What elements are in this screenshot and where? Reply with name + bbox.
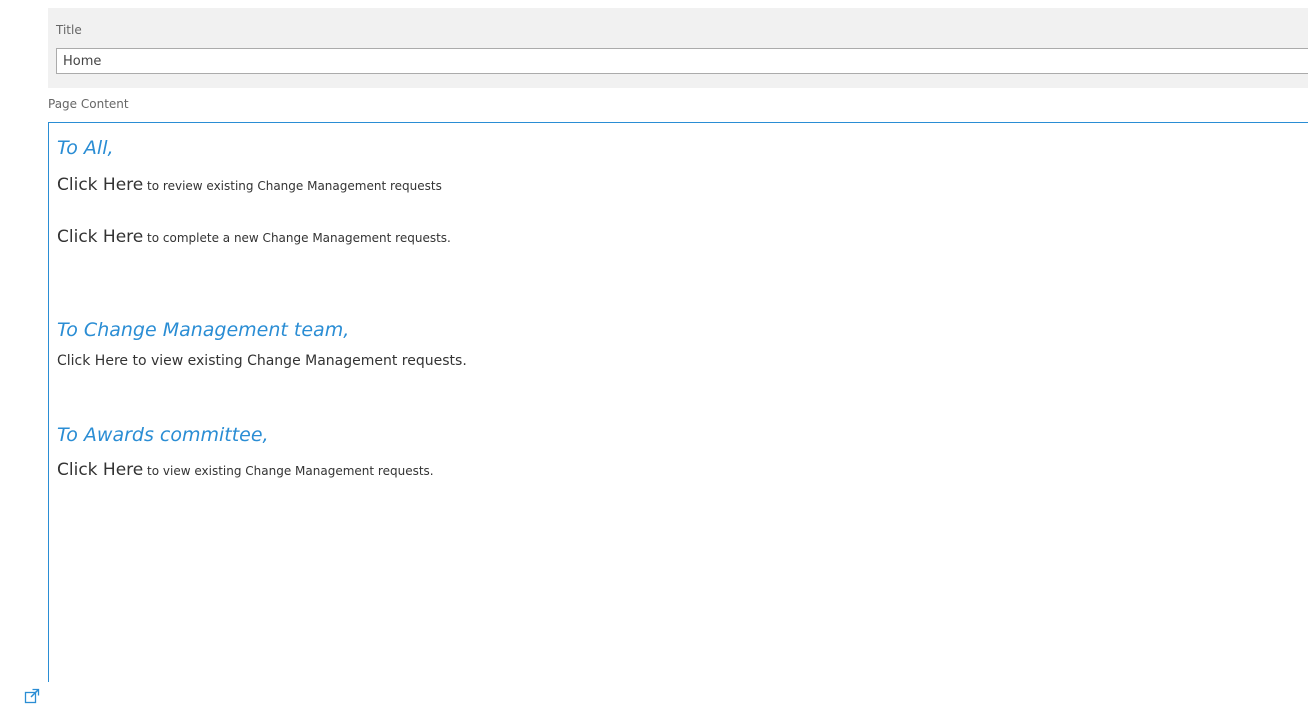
awards-view-line: Click Here to view existing Change Manag… (57, 460, 434, 480)
page-content-label: Page Content (48, 97, 129, 111)
page-editor: Title Page Content To All, Click Here to… (0, 0, 1308, 713)
click-here-new-request-link[interactable]: Click Here (57, 227, 143, 247)
cm-team-view-line[interactable]: Click Here to view existing Change Manag… (57, 353, 467, 369)
to-all-review-line: Click Here to review existing Change Man… (57, 175, 442, 195)
click-here-awards-link[interactable]: Click Here (57, 460, 143, 480)
heading-to-awards: To Awards committee, (57, 424, 269, 446)
title-label: Title (56, 23, 82, 37)
heading-to-all: To All, (57, 137, 114, 159)
to-all-new-request-line: Click Here to complete a new Change Mana… (57, 227, 451, 247)
title-input[interactable] (56, 48, 1308, 74)
review-text: to review existing Change Management req… (143, 179, 442, 193)
awards-view-text: to view existing Change Management reque… (143, 464, 434, 478)
click-here-review-link[interactable]: Click Here (57, 175, 143, 195)
heading-to-cm-team: To Change Management team, (57, 319, 350, 341)
new-request-text: to complete a new Change Management requ… (143, 231, 451, 245)
page-content-editor[interactable]: To All, Click Here to review existing Ch… (48, 122, 1308, 682)
open-in-new-window-icon[interactable] (24, 688, 40, 704)
title-section: Title (48, 8, 1308, 88)
